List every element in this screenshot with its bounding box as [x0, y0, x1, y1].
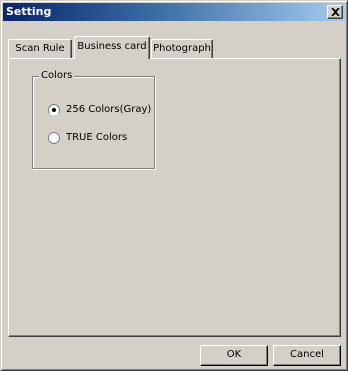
radio-true-colors-label: TRUE Colors — [66, 132, 128, 143]
radio-256-colors-label: 256 Colors(Gray) — [66, 104, 152, 115]
tab-photograph-label: Photograph — [153, 43, 211, 54]
colors-groupbox-label: Colors — [39, 69, 75, 83]
close-button[interactable] — [327, 5, 343, 19]
business-card-panel: Colors 256 Colors(Gray) TRUE Colors — [8, 58, 341, 337]
radio-unchecked-icon[interactable] — [48, 132, 60, 144]
tab-scan-rule-label: Scan Rule — [15, 43, 65, 54]
tab-scan-rule[interactable]: Scan Rule — [8, 39, 72, 59]
ok-button[interactable]: OK — [200, 345, 268, 366]
close-icon — [331, 8, 340, 16]
window-title: Setting — [6, 5, 52, 18]
tab-business-card-label: Business card — [77, 41, 147, 52]
setting-dialog: Setting Scan Rule Business card Photogra… — [0, 0, 348, 371]
title-bar[interactable]: Setting — [3, 3, 345, 21]
cancel-button[interactable]: Cancel — [273, 345, 341, 366]
tab-business-card[interactable]: Business card — [74, 36, 150, 59]
colors-groupbox: Colors 256 Colors(Gray) TRUE Colors — [32, 69, 155, 169]
tab-photograph[interactable]: Photograph — [151, 39, 213, 59]
radio-checked-icon[interactable] — [48, 104, 60, 116]
